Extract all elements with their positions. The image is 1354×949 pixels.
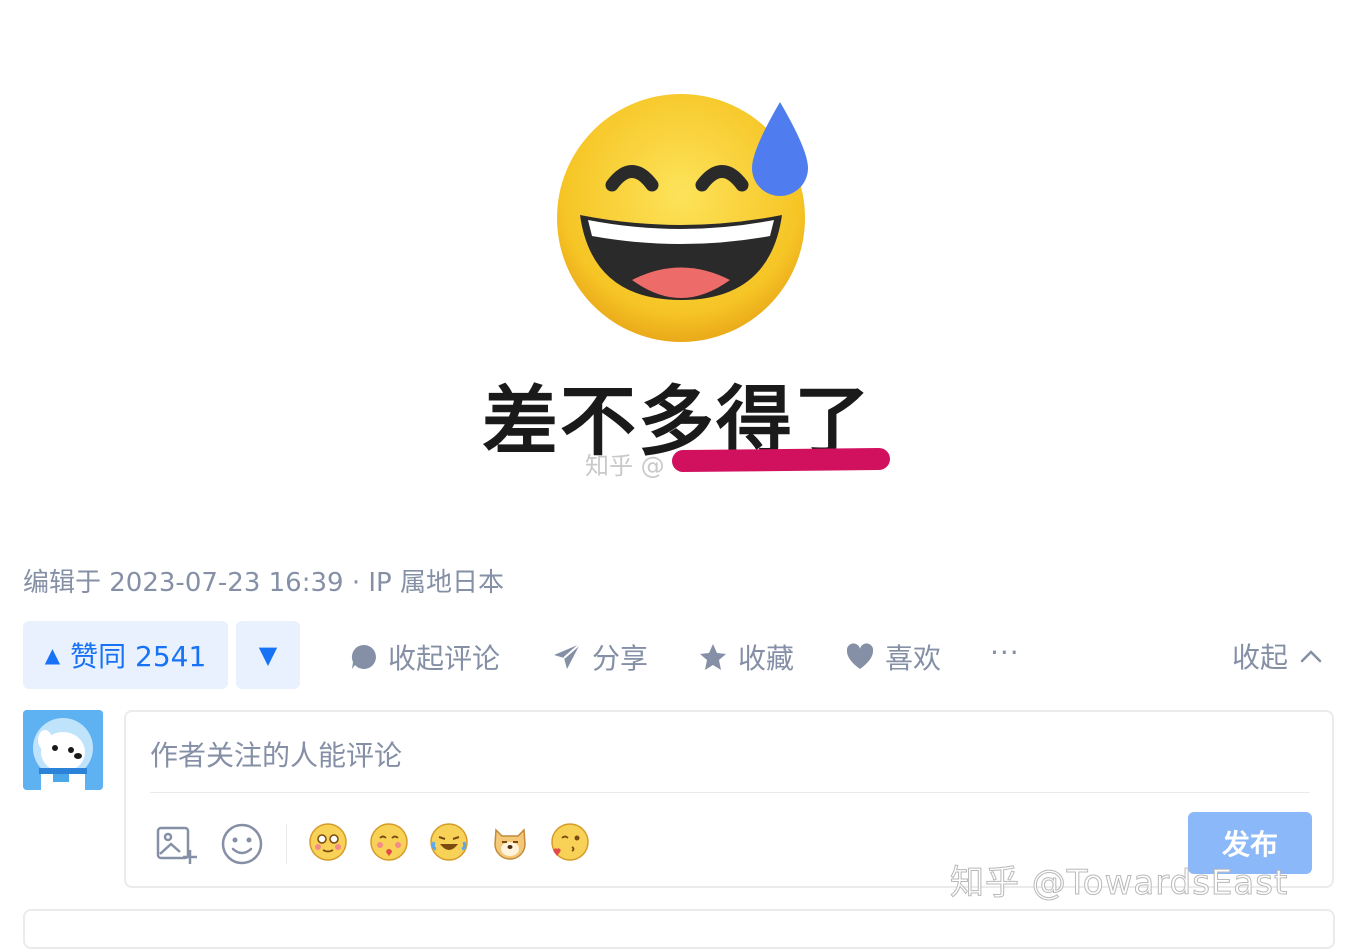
downvote-button[interactable]: ▼ bbox=[236, 621, 300, 689]
avatar-image bbox=[23, 710, 103, 790]
share-label: 分享 bbox=[592, 642, 649, 675]
hugging-sticker-icon bbox=[370, 823, 408, 861]
sticker-kissing[interactable] bbox=[550, 822, 590, 862]
emoji-picker-button[interactable] bbox=[220, 822, 264, 866]
like-label: 喜欢 bbox=[885, 642, 942, 675]
laughing-crying-sticker-icon bbox=[430, 823, 468, 861]
comment-editor: 发布 bbox=[124, 710, 1334, 888]
comment-divider bbox=[150, 792, 1310, 793]
star-icon bbox=[700, 644, 726, 670]
upvote-button[interactable]: ▲ 赞同 2541 bbox=[23, 621, 228, 689]
upvote-label: 赞同 2541 bbox=[70, 640, 207, 673]
triangle-up-icon: ▲ bbox=[44, 643, 61, 667]
collapse-label: 收起 bbox=[1232, 641, 1289, 674]
favorite-label: 收藏 bbox=[738, 642, 795, 675]
toolbar-separator bbox=[286, 824, 287, 864]
paper-plane-icon bbox=[554, 643, 581, 669]
sticker-hugging[interactable] bbox=[369, 822, 409, 862]
emoji-picker-icon bbox=[221, 823, 263, 865]
post-edit-meta: 编辑于 2023-07-23 16:39 · IP 属地日本 bbox=[23, 568, 504, 598]
comment-input[interactable] bbox=[150, 730, 1310, 780]
share-button[interactable]: 分享 bbox=[552, 636, 648, 678]
publish-button[interactable]: 发布 bbox=[1188, 812, 1312, 874]
sticker-laughing-crying[interactable] bbox=[429, 822, 469, 862]
collapse-button[interactable]: 收起 bbox=[1232, 636, 1322, 676]
meme-image: 差不多得了 知乎 @ bbox=[0, 0, 1354, 540]
favorite-button[interactable]: 收藏 bbox=[698, 636, 794, 678]
toggle-comments-button[interactable]: 收起评论 bbox=[350, 636, 500, 678]
heart-icon bbox=[846, 643, 874, 669]
avatar[interactable] bbox=[23, 710, 103, 790]
more-options-button[interactable]: ··· bbox=[990, 636, 1020, 669]
sticker-blushing[interactable] bbox=[308, 822, 348, 862]
triangle-down-icon: ▼ bbox=[258, 641, 278, 669]
comment-bubble-icon bbox=[351, 644, 376, 669]
image-upload-button[interactable] bbox=[154, 822, 198, 866]
next-card-edge bbox=[23, 909, 1335, 949]
redaction-mark bbox=[671, 447, 891, 473]
like-button[interactable]: 喜欢 bbox=[845, 636, 941, 678]
blushing-sticker-icon bbox=[309, 823, 347, 861]
sticker-doge[interactable] bbox=[490, 822, 530, 862]
toggle-comments-label: 收起评论 bbox=[388, 642, 501, 675]
doge-sticker-icon bbox=[494, 828, 526, 860]
meme-watermark: 知乎 @ bbox=[585, 452, 665, 480]
kissing-sticker-icon bbox=[551, 823, 589, 861]
image-upload-icon bbox=[156, 826, 197, 864]
chevron-up-icon bbox=[1300, 650, 1322, 663]
